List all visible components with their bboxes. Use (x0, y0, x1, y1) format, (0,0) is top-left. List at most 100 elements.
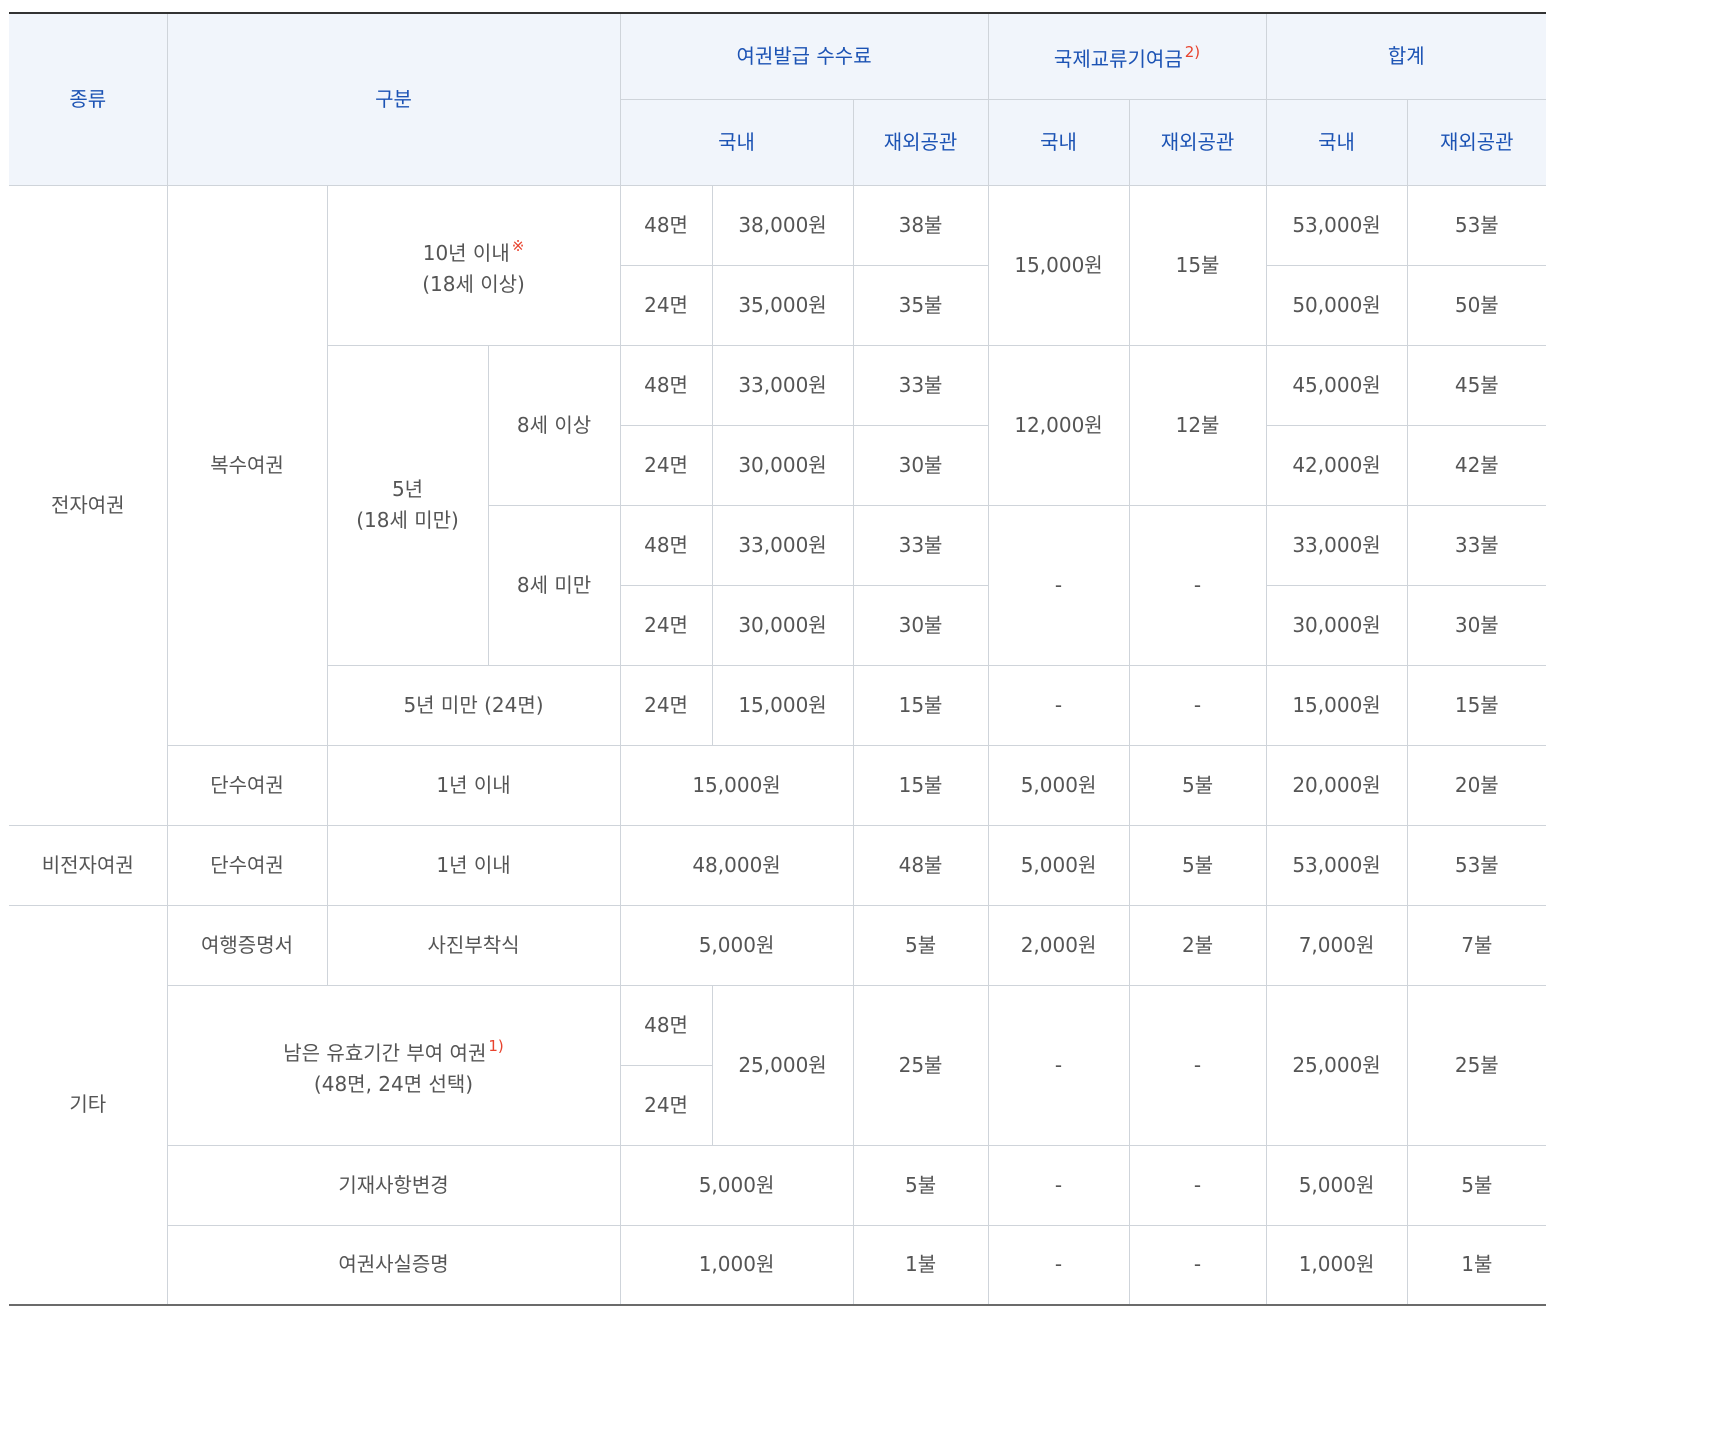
validity-one-year: 1년 이내 (326, 744, 621, 826)
total-overseas: 50불 (1406, 264, 1547, 346)
category-remaining-validity-passport: 남은 유효기간 부여 여권 1) (48면, 24면 선택) (167, 984, 621, 1146)
fund-overseas: 5불 (1128, 744, 1267, 826)
fee-domestic: 30,000원 (711, 584, 854, 666)
table-row: 단수여권 1년 이내 15,000원 15불 5,000원 5불 20,000원… (9, 744, 1547, 826)
header-fee-domestic: 국내 (620, 98, 854, 186)
header-fund-domestic: 국내 (987, 98, 1130, 186)
total-domestic: 7,000원 (1265, 904, 1408, 986)
pages-24: 24면 (620, 584, 713, 666)
validity-five-years-age: (18세 미만) (356, 508, 459, 532)
category-travel-certificate: 여행증명서 (166, 904, 328, 986)
fee-overseas: 15불 (852, 664, 989, 746)
total-overseas: 20불 (1406, 744, 1547, 826)
fee-overseas: 33불 (852, 504, 989, 586)
total-domestic: 33,000원 (1265, 504, 1408, 586)
fee-overseas: 1불 (852, 1224, 989, 1306)
fund-overseas: 15불 (1128, 184, 1267, 346)
fund-domestic: 12,000원 (987, 344, 1130, 506)
age-8-and-over: 8세 이상 (487, 344, 621, 506)
fee-domestic: 30,000원 (711, 424, 854, 506)
fund-domestic: - (987, 984, 1130, 1146)
total-overseas: 45불 (1406, 344, 1547, 426)
fee-domestic: 15,000원 (619, 744, 854, 826)
fund-overseas: - (1128, 984, 1267, 1146)
type-other: 기타 (9, 904, 168, 1306)
fee-overseas: 48불 (852, 824, 989, 906)
fund-overseas: - (1128, 1224, 1267, 1306)
fund-domestic: - (987, 1224, 1130, 1306)
fee-overseas: 30불 (852, 584, 989, 666)
fee-overseas: 15불 (852, 744, 989, 826)
fee-overseas: 25불 (852, 984, 989, 1146)
photo-attached-type: 사진부착식 (326, 904, 621, 986)
fee-overseas: 5불 (852, 904, 989, 986)
fund-domestic: 5,000원 (987, 744, 1130, 826)
total-domestic: 30,000원 (1265, 584, 1408, 666)
total-domestic: 45,000원 (1265, 344, 1408, 426)
fee-domestic: 1,000원 (619, 1224, 854, 1306)
validity-ten-years-label: 10년 이내 (422, 240, 510, 265)
total-domestic: 53,000원 (1265, 824, 1408, 906)
remaining-validity-pages: (48면, 24면 선택) (313, 1071, 474, 1096)
total-overseas: 15불 (1406, 664, 1547, 746)
pages-24: 24면 (620, 1064, 713, 1146)
fund-overseas: - (1128, 1144, 1267, 1226)
pages-48: 48면 (619, 344, 713, 426)
fee-overseas: 38불 (852, 184, 989, 266)
fund-overseas: 2불 (1128, 904, 1267, 986)
header-type: 종류 (9, 12, 168, 186)
fund-overseas: - (1128, 664, 1267, 746)
fee-domestic: 33,000원 (711, 504, 854, 586)
header-issue-fee: 여권발급 수수료 (619, 12, 989, 100)
total-domestic: 25,000원 (1265, 984, 1408, 1146)
fee-overseas: 33불 (852, 344, 989, 426)
fund-overseas: 12불 (1128, 344, 1267, 506)
table-row: 남은 유효기간 부여 여권 1) (48면, 24면 선택) 48면 25,000… (9, 984, 1547, 1146)
header-fund-overseas: 재외공관 (1128, 98, 1267, 186)
type-epassport: 전자여권 (9, 184, 168, 826)
category-multiple-passport: 복수여권 (166, 184, 328, 746)
fund-domestic: 5,000원 (987, 824, 1130, 906)
total-domestic: 53,000원 (1265, 184, 1408, 266)
fee-domestic: 33,000원 (711, 344, 854, 426)
total-domestic: 20,000원 (1265, 744, 1408, 826)
total-domestic: 1,000원 (1265, 1224, 1408, 1306)
pages-24: 24면 (619, 664, 713, 746)
total-overseas: 33불 (1406, 504, 1547, 586)
fee-domestic: 5,000원 (619, 1144, 854, 1226)
total-overseas: 1불 (1406, 1224, 1547, 1306)
header-total: 합계 (1265, 12, 1547, 100)
category-single-passport: 단수여권 (167, 744, 328, 826)
validity-ten-years-age: (18세 이상) (422, 271, 525, 296)
total-overseas: 7불 (1406, 904, 1547, 986)
total-overseas: 53불 (1406, 824, 1547, 906)
table-row: 비전자여권 단수여권 1년 이내 48,000원 48불 5,000원 5불 5… (9, 824, 1547, 906)
total-domestic: 42,000원 (1265, 424, 1408, 506)
validity-five-years-label: 5년 (391, 477, 424, 501)
total-overseas: 25불 (1406, 984, 1547, 1146)
fee-domestic: 48,000원 (619, 824, 854, 906)
fee-domestic: 5,000원 (619, 904, 854, 986)
header-fee-overseas: 재외공관 (852, 98, 989, 186)
fee-overseas: 35불 (852, 264, 989, 346)
fund-overseas: - (1128, 504, 1267, 666)
table-row: 여권사실증명 1,000원 1불 - - 1,000원 1불 (9, 1224, 1547, 1306)
total-domestic: 15,000원 (1265, 664, 1408, 746)
fund-domestic: - (987, 504, 1130, 666)
header-total-domestic: 국내 (1265, 98, 1408, 186)
validity-five-years: 5년 (18세 미만) (327, 344, 489, 666)
pages-24: 24면 (620, 264, 713, 346)
fund-overseas: 5불 (1128, 824, 1267, 906)
category-change-of-entry: 기재사항변경 (167, 1144, 621, 1226)
header-intl-fund-label: 국제교류기여금 (1053, 47, 1183, 72)
fee-overseas: 30불 (852, 424, 989, 506)
fund-domestic: 2,000원 (987, 904, 1130, 986)
validity-one-year: 1년 이내 (326, 824, 621, 906)
category-passport-fact-certificate: 여권사실증명 (167, 1224, 621, 1306)
header-total-overseas: 재외공관 (1406, 98, 1547, 186)
table-row: 전자여권 복수여권 10년 이내 ※ (18세 이상) 48면 38,000원 3… (9, 184, 1547, 826)
footnote-1-mark: 1) (488, 1036, 504, 1055)
remaining-validity-label: 남은 유효기간 부여 여권 (283, 1040, 487, 1065)
header-category: 구분 (166, 12, 621, 186)
total-overseas: 30불 (1406, 584, 1547, 666)
